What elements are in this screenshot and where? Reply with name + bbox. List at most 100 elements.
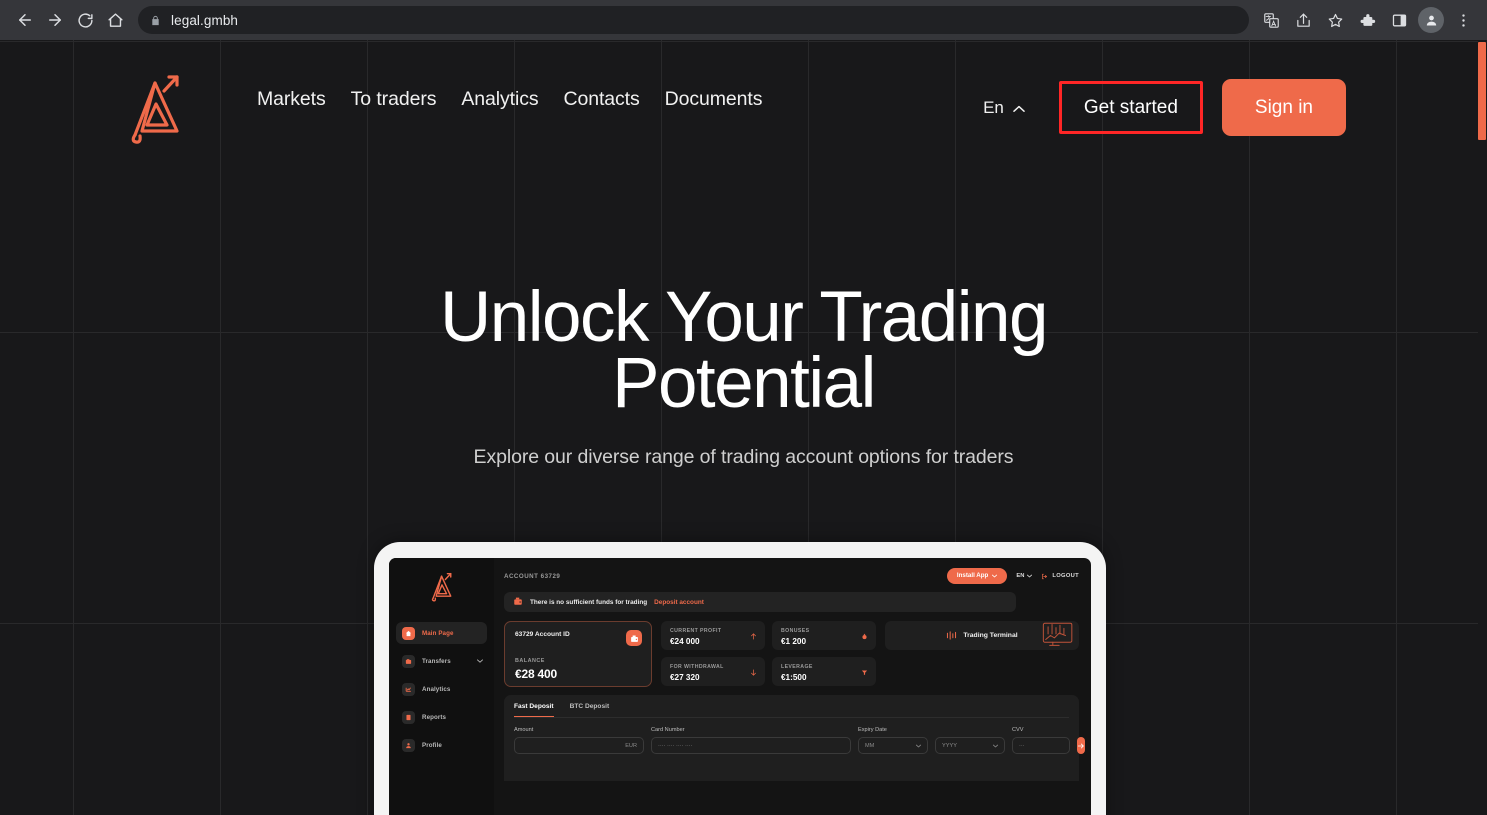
address-bar[interactable]: legal.gmbh bbox=[138, 6, 1249, 34]
chevron-up-icon bbox=[1013, 98, 1025, 118]
stat-card-leverage: LEVERAGE €1:500 bbox=[772, 657, 876, 687]
chrome-action-icons bbox=[1257, 6, 1477, 34]
logout-button[interactable]: LOGOUT bbox=[1041, 573, 1079, 580]
dashboard-language-label: EN bbox=[1016, 573, 1025, 580]
sidebar-item-main-page[interactable]: Main Page bbox=[396, 622, 487, 644]
arrow-right-icon bbox=[1077, 743, 1084, 749]
site-header: Markets To traders Analytics Contacts Do… bbox=[0, 40, 1487, 182]
install-app-button[interactable]: Install App bbox=[946, 568, 1008, 585]
deposit-form: Amount EUR Card Number ···· ···· ···· ··… bbox=[514, 727, 1085, 755]
cvv-label: CVV bbox=[1012, 727, 1024, 734]
stat-label: LEVERAGE bbox=[781, 664, 813, 671]
nav-link-analytics[interactable]: Analytics bbox=[461, 88, 538, 111]
chevron-down-icon bbox=[993, 744, 998, 748]
company-logo-icon[interactable] bbox=[125, 73, 187, 145]
stat-value: €1 200 bbox=[781, 637, 807, 647]
sign-in-button[interactable]: Sign in bbox=[1221, 79, 1346, 136]
nav-link-to-traders[interactable]: To traders bbox=[351, 88, 437, 111]
stat-label: FOR WITHDRAWAL bbox=[670, 664, 724, 671]
star-icon[interactable] bbox=[1321, 6, 1349, 34]
amount-currency-suffix: EUR bbox=[625, 742, 637, 749]
tab-fast-deposit[interactable]: Fast Deposit bbox=[514, 703, 554, 718]
tablet-mockup: Main Page Transfers Analytics Reports Pr… bbox=[374, 542, 1106, 815]
account-id-label: ACCOUNT 63729 bbox=[504, 572, 561, 580]
home-icon bbox=[402, 626, 415, 640]
hero-subtitle: Explore our diverse range of trading acc… bbox=[473, 446, 1014, 468]
expiry-year-spacer bbox=[935, 727, 1005, 733]
chevron-down-icon bbox=[1027, 574, 1033, 578]
lock-icon bbox=[150, 15, 161, 26]
home-button[interactable] bbox=[100, 5, 130, 35]
puzzle-icon[interactable] bbox=[1353, 6, 1381, 34]
scrollbar-thumb[interactable] bbox=[1478, 42, 1486, 140]
translate-icon[interactable] bbox=[1257, 6, 1285, 34]
balance-card: 63729 Account ID BALANCE €28 400 bbox=[504, 621, 652, 688]
bonus-icon bbox=[861, 627, 868, 645]
leverage-icon bbox=[861, 663, 868, 681]
stat-card-bonuses: BONUSES €1 200 bbox=[772, 621, 876, 651]
sidebar-item-analytics[interactable]: Analytics bbox=[396, 678, 487, 700]
expiry-date-label: Expiry Date bbox=[858, 727, 887, 734]
expiry-year-select[interactable]: YYYY bbox=[935, 737, 1005, 755]
reload-button[interactable] bbox=[70, 5, 100, 35]
deposit-submit-button[interactable] bbox=[1077, 737, 1085, 755]
nav-link-markets[interactable]: Markets bbox=[257, 88, 326, 111]
candlestick-icon bbox=[946, 627, 957, 645]
dashboard-topbar-actions: Install App EN LOGOUT bbox=[946, 568, 1079, 585]
sidebar-item-reports[interactable]: Reports bbox=[396, 706, 487, 728]
dashboard-main: ACCOUNT 63729 Install App EN LOGOUT Ther… bbox=[494, 558, 1091, 815]
sidebar-item-profile[interactable]: Profile bbox=[396, 734, 487, 756]
nav-link-contacts[interactable]: Contacts bbox=[564, 88, 640, 111]
card-number-field-group: Card Number ···· ···· ···· ···· bbox=[651, 727, 851, 755]
avatar bbox=[1418, 7, 1444, 33]
sidebar-item-label: Transfers bbox=[422, 657, 451, 665]
cvv-field-group: CVV ··· bbox=[1012, 727, 1070, 755]
deposit-panel: Fast Deposit BTC Deposit Amount EUR Card… bbox=[504, 695, 1085, 782]
deposit-tabs: Fast Deposit BTC Deposit bbox=[514, 703, 1069, 719]
scrollbar-track[interactable] bbox=[1478, 40, 1487, 815]
stat-label: BONUSES bbox=[781, 628, 810, 635]
sidebar-item-label: Main Page bbox=[422, 629, 454, 637]
alert-text: There is no sufficient funds for trading bbox=[530, 598, 648, 606]
forward-button[interactable] bbox=[40, 5, 70, 35]
back-button[interactable] bbox=[10, 5, 40, 35]
balance-value: €28 400 bbox=[515, 667, 557, 682]
sidebar-item-label: Analytics bbox=[422, 685, 451, 693]
nav-link-documents[interactable]: Documents bbox=[665, 88, 763, 111]
withdraw-icon bbox=[750, 663, 757, 681]
expiry-month-placeholder: MM bbox=[865, 742, 875, 749]
side-panel-icon[interactable] bbox=[1385, 6, 1413, 34]
card-number-input[interactable]: ···· ···· ···· ···· bbox=[651, 737, 851, 755]
dashboard-sidebar: Main Page Transfers Analytics Reports Pr… bbox=[389, 558, 494, 815]
url-text: legal.gmbh bbox=[171, 12, 239, 28]
stat-value: €27 320 bbox=[670, 673, 700, 683]
language-switcher[interactable]: En bbox=[983, 98, 1025, 118]
wallet-icon bbox=[402, 654, 415, 668]
profile-avatar-icon[interactable] bbox=[1417, 6, 1445, 34]
chevron-down-icon bbox=[477, 658, 483, 665]
profit-icon bbox=[750, 627, 757, 645]
three-dot-menu-icon[interactable] bbox=[1449, 6, 1477, 34]
account-id-value: 63729 Account ID bbox=[515, 631, 570, 639]
trading-terminal-card[interactable]: Trading Terminal bbox=[885, 621, 1079, 651]
expiry-year-placeholder: YYYY bbox=[942, 742, 957, 749]
share-icon[interactable] bbox=[1289, 6, 1317, 34]
cvv-input[interactable]: ··· bbox=[1012, 737, 1070, 755]
stat-label: CURRENT PROFIT bbox=[670, 628, 722, 635]
amount-field-group: Amount EUR bbox=[514, 727, 644, 755]
expiry-month-select[interactable]: MM bbox=[858, 737, 928, 755]
install-app-label: Install App bbox=[956, 572, 989, 579]
logout-label: LOGOUT bbox=[1052, 573, 1079, 580]
dashboard-cards-row: 63729 Account ID BALANCE €28 400 CURRENT… bbox=[504, 621, 1079, 688]
stat-value: €24 000 bbox=[670, 637, 700, 647]
expiry-year-group: YYYY bbox=[935, 727, 1005, 755]
dashboard-language-switcher[interactable]: EN bbox=[1016, 573, 1033, 580]
tab-btc-deposit[interactable]: BTC Deposit bbox=[570, 703, 610, 717]
document-icon bbox=[402, 710, 415, 724]
deposit-account-link[interactable]: Deposit account bbox=[654, 599, 704, 606]
stats-grid: CURRENT PROFIT €24 000 BONUSES €1 200 FO… bbox=[661, 621, 876, 687]
sidebar-item-transfers[interactable]: Transfers bbox=[396, 650, 487, 672]
page-viewport: Markets To traders Analytics Contacts Do… bbox=[0, 40, 1487, 815]
get-started-button[interactable]: Get started bbox=[1058, 81, 1203, 134]
amount-input[interactable]: EUR bbox=[514, 737, 644, 755]
